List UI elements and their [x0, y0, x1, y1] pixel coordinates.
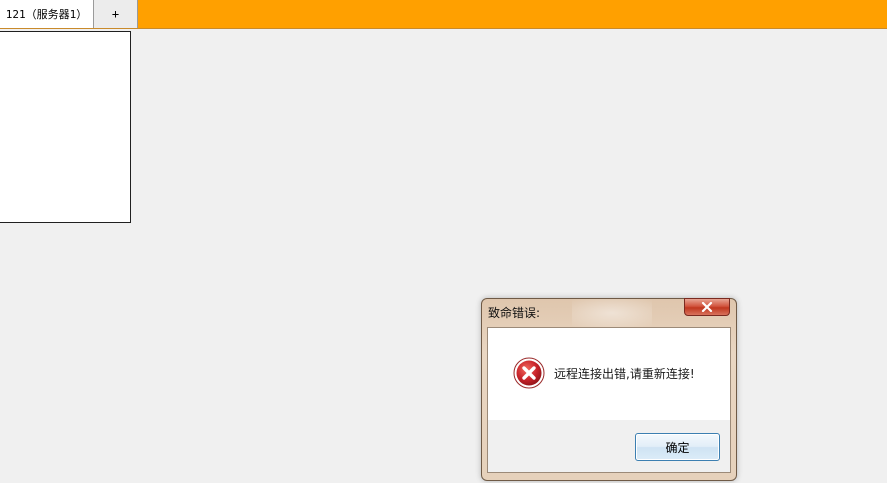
message-area: 远程连接出错,请重新连接! — [488, 328, 730, 420]
ok-button[interactable]: 确定 — [635, 433, 720, 461]
dialog-title: 致命错误: — [488, 306, 541, 320]
tab-server-1[interactable]: 121（服务器1） — [0, 0, 94, 28]
tab-label: 121（服务器1） — [5, 8, 88, 21]
tab-bar: 121（服务器1） + — [0, 0, 887, 29]
error-icon — [513, 357, 545, 389]
add-tab-button[interactable]: + — [94, 0, 138, 28]
plus-icon: + — [111, 7, 120, 21]
error-dialog: 致命错误: 远程连接出错,请重新连接! 确定 — [481, 298, 737, 481]
content-panel — [0, 31, 131, 223]
ok-button-label: 确定 — [665, 440, 690, 455]
dialog-body: 远程连接出错,请重新连接! 确定 — [487, 327, 731, 473]
error-message: 远程连接出错,请重新连接! — [554, 367, 695, 381]
close-icon — [701, 302, 713, 312]
close-button[interactable] — [684, 298, 730, 316]
